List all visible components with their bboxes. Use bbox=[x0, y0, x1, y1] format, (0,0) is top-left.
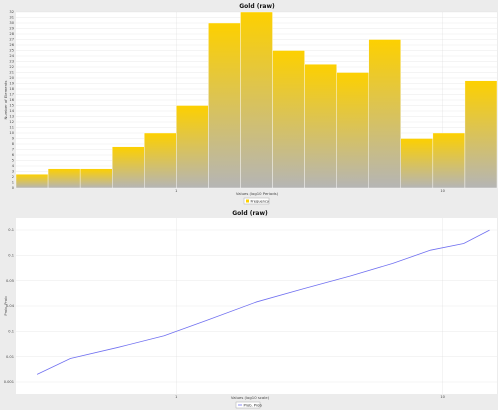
histogram-y-tick-label: 32 bbox=[9, 10, 14, 14]
histogram-y-tick-label: 12 bbox=[9, 120, 14, 124]
histogram-bar bbox=[79, 168, 113, 189]
histogram-y-tick-label: 20 bbox=[9, 76, 14, 80]
histogram-legend-swatch bbox=[246, 199, 249, 203]
histogram-y-tick-label: 19 bbox=[9, 82, 14, 86]
histogram-x-tick-label: 10 bbox=[440, 189, 445, 193]
histogram-bar bbox=[272, 50, 305, 189]
histogram-y-tick-label: 31 bbox=[9, 16, 14, 20]
histogram-bar bbox=[400, 138, 434, 189]
histogram-y-tick-label: 13 bbox=[9, 115, 14, 119]
histogram-bar bbox=[208, 22, 241, 189]
histogram-bar bbox=[111, 146, 145, 189]
line-chart-title: Gold (raw) bbox=[232, 210, 268, 217]
line-x-tick-label: 1 bbox=[175, 395, 177, 399]
histogram-y-tick-label: 1 bbox=[12, 181, 14, 185]
histogram-bar bbox=[464, 80, 498, 189]
histogram-title: Gold (raw) bbox=[239, 3, 275, 10]
histogram-chart: 0123456789101112131415161718192021222324… bbox=[0, 0, 498, 206]
histogram-y-tick-label: 23 bbox=[9, 60, 14, 64]
histogram-y-tick-label: 16 bbox=[9, 98, 14, 102]
line-x-tick-label: 10 bbox=[440, 395, 445, 399]
histogram-y-tick-label: 24 bbox=[9, 54, 14, 58]
histogram-x-axis-label: Values (log10 Periods) bbox=[236, 191, 279, 196]
histogram-y-tick-label: 28 bbox=[9, 32, 14, 36]
histogram-bar bbox=[47, 168, 81, 189]
histogram-y-tick-label: 29 bbox=[9, 27, 14, 31]
histogram-bar bbox=[240, 11, 273, 189]
line-chart: 0.0010.010.10.040.050.10.1 1 10 Gold (raw… bbox=[0, 206, 498, 410]
histogram-y-tick-label: 10 bbox=[9, 131, 14, 135]
histogram-y-tick-label: 14 bbox=[9, 109, 14, 113]
histogram-y-axis-label: Number of Elements bbox=[3, 80, 8, 119]
histogram-bar bbox=[176, 105, 209, 189]
histogram-y-tick-label: 26 bbox=[9, 43, 14, 47]
histogram-bar bbox=[432, 132, 466, 189]
histogram-y-tick-label: 27 bbox=[9, 38, 14, 42]
histogram-y-tick-label: 2 bbox=[12, 175, 14, 179]
histogram-legend: Frequency bbox=[243, 197, 270, 205]
histogram-y-tick-label: 22 bbox=[9, 65, 14, 69]
line-y-tick-label: 0.1 bbox=[8, 254, 14, 258]
histogram-bar bbox=[15, 174, 49, 189]
histogram-y-tick-label: 17 bbox=[9, 93, 14, 97]
histogram-bar bbox=[144, 132, 177, 189]
line-legend-label: Prob. Prob bbox=[244, 404, 263, 408]
line-y-tick-label: 0.001 bbox=[4, 380, 14, 384]
histogram-y-tick-label: 21 bbox=[9, 71, 14, 75]
histogram-bar bbox=[368, 39, 402, 189]
histogram-y-tick-label: 18 bbox=[9, 87, 14, 91]
line-y-axis-label: Prob. Prob bbox=[3, 296, 8, 316]
histogram-y-tick-label: 5 bbox=[12, 159, 14, 163]
histogram-bar bbox=[336, 72, 369, 189]
histogram-y-tick-label: 7 bbox=[12, 148, 14, 152]
histogram-y-tick-label: 3 bbox=[12, 170, 14, 174]
histogram-bar bbox=[304, 64, 337, 189]
histogram-y-tick-label: 30 bbox=[9, 21, 14, 25]
histogram-y-tick-label: 11 bbox=[9, 126, 14, 130]
line-y-tick-label: 0.05 bbox=[6, 279, 14, 283]
line-y-tick-label: 0.1 bbox=[8, 228, 14, 232]
line-y-tick-label: 0.1 bbox=[8, 330, 14, 334]
histogram-y-tick-label: 25 bbox=[9, 49, 14, 53]
histogram-y-tick-label: 15 bbox=[9, 104, 14, 108]
histogram-legend-label: Frequency bbox=[251, 200, 270, 204]
histogram-x-tick-label: 1 bbox=[175, 189, 177, 193]
line-x-axis-label: Values (log10 scale) bbox=[231, 395, 270, 400]
line-y-tick-label: 0.01 bbox=[6, 355, 14, 359]
line-legend: Prob. Prob bbox=[235, 401, 263, 409]
